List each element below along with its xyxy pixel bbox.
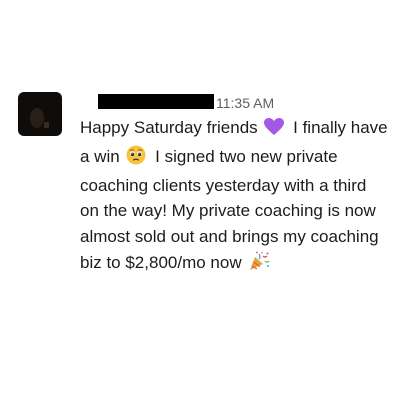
party-popper-icon: [248, 251, 270, 279]
message-text-part-1: Happy Saturday friends: [80, 118, 258, 137]
pleading-face-icon: [126, 145, 146, 173]
message-header: 11:35 AM: [80, 92, 388, 112]
message-content: 11:35 AM Happy Saturday friends I finall…: [80, 92, 388, 279]
message-text-part-3: I signed two new private coaching client…: [80, 146, 379, 272]
redacted-sender-name: [98, 94, 214, 109]
purple-heart-icon: [264, 118, 285, 144]
message-timestamp[interactable]: 11:35 AM: [216, 95, 274, 111]
message-body: Happy Saturday friends I finally have a …: [80, 115, 388, 279]
avatar[interactable]: [18, 92, 62, 136]
